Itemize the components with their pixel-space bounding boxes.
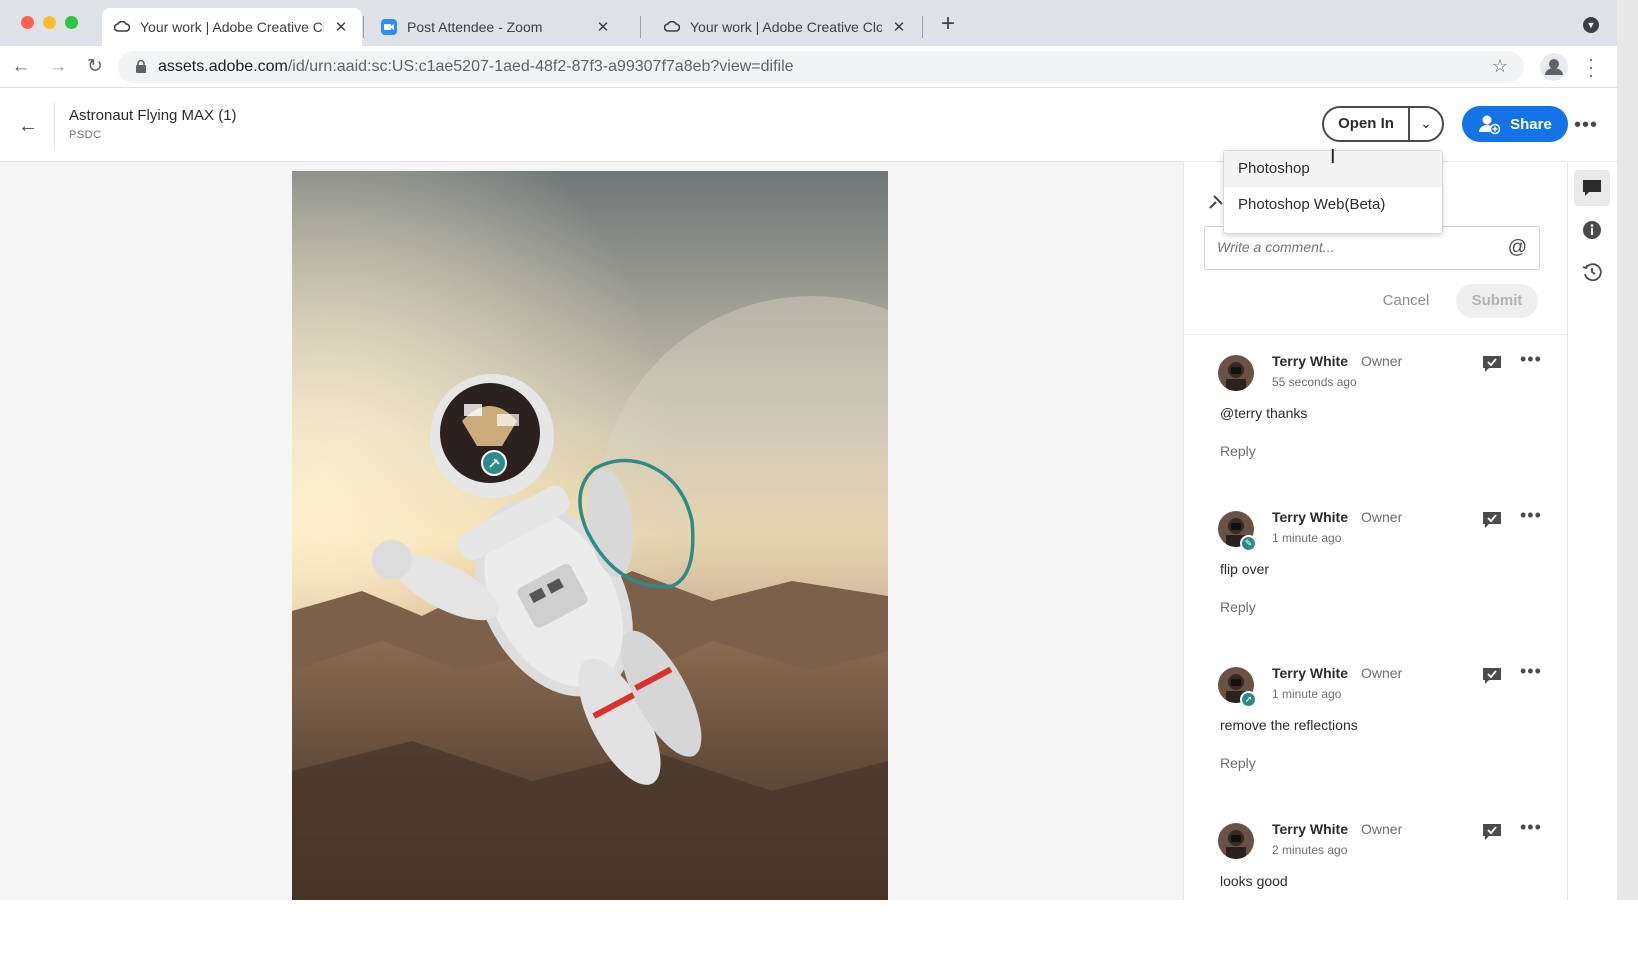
comment-more-icon[interactable]: ••• [1520,661,1542,682]
comment-item: Terry White Owner 2 minutes ago ••• look… [1184,805,1568,961]
tab-search-icon[interactable]: ▼ [1583,17,1599,33]
avatar [1218,355,1254,391]
share-button[interactable]: Share [1462,106,1568,142]
resolve-icon[interactable] [1482,511,1502,529]
comment-role: Owner [1361,665,1403,681]
browser-tab-strip: Your work | Adobe Creative Cloud ✕ Post … [0,0,1638,46]
comment-time: 55 seconds ago [1272,375,1357,389]
comment-role: Owner [1361,353,1403,369]
open-in-split-button: Open In ⌄ [1322,106,1444,142]
comment-author: Terry White [1272,509,1348,525]
comment-more-icon[interactable]: ••• [1520,349,1542,370]
cancel-button[interactable]: Cancel [1372,284,1440,318]
close-tab-icon[interactable]: ✕ [594,18,612,36]
comment-item: Terry White Owner 55 seconds ago ••• @te… [1184,337,1568,493]
comment-time: 1 minute ago [1272,531,1342,545]
tab-separator [640,16,641,38]
browser-tab-adobe-active[interactable]: Your work | Adobe Creative Cloud ✕ [102,8,362,46]
minimize-window-button[interactable] [43,16,56,29]
creative-cloud-icon [114,19,130,35]
comment-more-icon[interactable]: ••• [1520,817,1542,838]
new-tab-button[interactable]: + [935,12,961,38]
comment-author: Terry White [1272,665,1348,681]
comment-item: ➚ Terry White Owner 1 minute ago ••• rem… [1184,649,1568,805]
reply-link[interactable]: Reply [1220,443,1256,459]
close-tab-icon[interactable]: ✕ [332,18,350,36]
zoom-icon [381,19,397,35]
astronaut-artwork[interactable] [292,171,888,900]
maximize-window-button[interactable] [65,16,78,29]
pencil-icon: ✎ [1240,535,1257,552]
comment-role: Owner [1361,821,1403,837]
divider [1184,334,1568,335]
back-icon[interactable]: ← [8,54,34,80]
comment-time: 1 minute ago [1272,687,1342,701]
reload-icon[interactable]: ↻ [82,54,108,80]
comment-item: ✎ Terry White Owner 1 minute ago ••• fli… [1184,493,1568,649]
forward-icon[interactable]: → [45,54,71,80]
reply-link[interactable]: Reply [1220,599,1256,615]
url-host: assets.adobe.com [158,58,288,75]
profile-avatar-icon[interactable] [1540,53,1568,81]
url-text: assets.adobe.com/id/urn:aaid:sc:US:c1ae5… [158,58,794,76]
creative-cloud-icon [664,19,680,35]
text-cursor-icon: Ι [1330,146,1336,168]
comment-text: flip over [1220,561,1270,577]
comment-time: 2 minutes ago [1272,843,1348,857]
comment-text: @terry thanks [1220,405,1308,421]
open-in-button[interactable]: Open In [1324,108,1410,140]
browser-tab-adobe[interactable]: Your work | Adobe Creative Cloud ✕ [652,8,920,46]
mention-icon[interactable]: @ [1508,237,1527,259]
more-options-icon[interactable]: ••• [1574,114,1598,137]
comments-panel: @ Cancel Submit Terry White Owner 55 sec… [1183,162,1568,900]
window-edge [1617,0,1638,900]
tab-title: Your work | Adobe Creative Cloud [140,19,324,35]
file-type: PSDC [69,129,102,141]
add-user-icon [1479,115,1501,135]
history-icon[interactable] [1574,254,1610,290]
tab-separator [922,16,923,38]
comment-author: Terry White [1272,821,1348,837]
comment-more-icon[interactable]: ••• [1520,505,1542,526]
lock-icon [136,60,146,73]
chevron-down-icon[interactable]: ⌄ [1410,108,1442,140]
resolve-icon[interactable] [1482,355,1502,373]
browser-menu-icon[interactable]: · · · [1586,50,1596,84]
menu-item-photoshop-web[interactable]: Photoshop Web(Beta) [1224,187,1442,223]
avatar [1218,823,1254,859]
close-tab-icon[interactable]: ✕ [890,18,908,36]
comment-author: Terry White [1272,353,1348,369]
tab-title: Post Attendee - Zoom [407,19,543,35]
header-divider [54,102,55,148]
address-bar[interactable]: assets.adobe.com/id/urn:aaid:sc:US:c1ae5… [118,51,1524,83]
tab-title: Your work | Adobe Creative Cloud [690,19,882,35]
file-title: Astronaut Flying MAX (1) [69,107,237,124]
close-window-button[interactable] [21,16,34,29]
back-arrow-icon[interactable]: ← [18,115,38,138]
browser-tab-zoom[interactable]: Post Attendee - Zoom ✕ [369,8,624,46]
url-path: /id/urn:aaid:sc:US:c1ae5207-1aed-48f2-87… [287,58,794,75]
comments-icon[interactable] [1574,170,1610,206]
bookmark-star-icon[interactable]: ☆ [1492,56,1508,77]
comment-role: Owner [1361,509,1403,525]
submit-button[interactable]: Submit [1456,284,1538,318]
resolve-icon[interactable] [1482,667,1502,685]
side-rail [1567,162,1617,900]
comment-text: looks good [1220,873,1288,889]
tab-separator [363,16,364,38]
comment-text: remove the reflections [1220,717,1358,733]
browser-toolbar: ← → ↻ assets.adobe.com/id/urn:aaid:sc:US… [0,46,1638,88]
pin-icon: ➚ [1240,691,1257,708]
reply-link[interactable]: Reply [1220,755,1256,771]
resolve-icon[interactable] [1482,823,1502,841]
share-label: Share [1510,115,1552,133]
info-icon[interactable] [1574,212,1610,248]
